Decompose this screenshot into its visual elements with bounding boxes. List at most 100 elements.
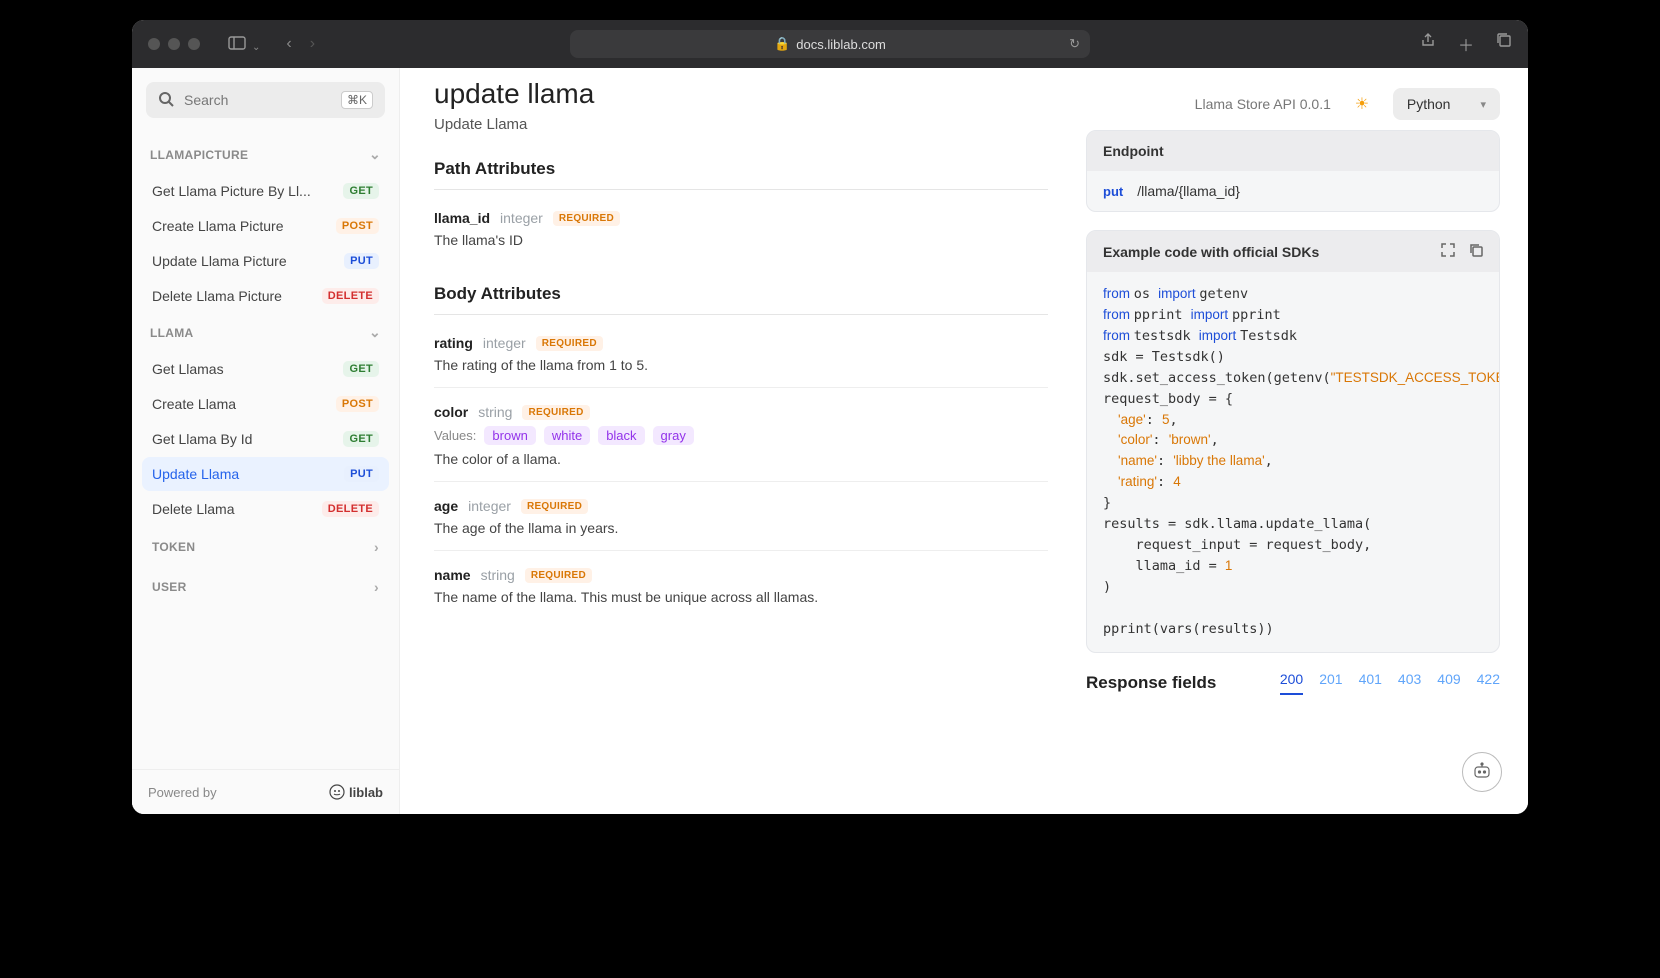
method-badge: POST bbox=[336, 218, 379, 234]
url-text: docs.liblab.com bbox=[796, 37, 886, 52]
response-tab[interactable]: 200 bbox=[1280, 671, 1303, 695]
nav-item[interactable]: Update LlamaPUT bbox=[142, 457, 389, 491]
attr-desc: The color of a llama. bbox=[434, 451, 1048, 467]
response-tab[interactable]: 401 bbox=[1359, 671, 1382, 695]
content: update llama Update Llama Path Attribute… bbox=[400, 68, 1082, 814]
chevron-down-icon: ⌄ bbox=[369, 324, 381, 341]
plus-icon[interactable]: ＋ bbox=[1458, 32, 1474, 56]
nav-item-label: Get Llama Picture By Ll... bbox=[152, 183, 343, 199]
close-dot[interactable] bbox=[148, 38, 160, 50]
value-chip: white bbox=[544, 426, 590, 445]
method-badge: GET bbox=[343, 183, 379, 199]
response-tab[interactable]: 201 bbox=[1319, 671, 1342, 695]
right-panel: Llama Store API 0.0.1 ☀︎ Python ▾ Endpoi… bbox=[1082, 68, 1528, 814]
method-badge: GET bbox=[343, 431, 379, 447]
nav-item-label: Get Llama By Id bbox=[152, 431, 343, 447]
value-chip: gray bbox=[653, 426, 694, 445]
method-badge: GET bbox=[343, 361, 379, 377]
app: Search ⌘K LLAMAPICTURE⌄Get Llama Picture… bbox=[132, 68, 1528, 814]
nav-item[interactable]: Update Llama PicturePUT bbox=[142, 244, 389, 278]
method-badge: PUT bbox=[344, 253, 379, 269]
nav-item-label: Update Llama bbox=[152, 466, 344, 482]
path-attr-heading: Path Attributes bbox=[434, 159, 1048, 190]
nav-group-collapsed[interactable]: USER› bbox=[142, 567, 389, 607]
powered-by: Powered by liblab bbox=[132, 769, 399, 814]
url-bar[interactable]: 🔒 docs.liblab.com ↻ bbox=[570, 30, 1090, 58]
nav-group-header[interactable]: LLAMAPICTURE⌄ bbox=[142, 136, 389, 173]
attr-desc: The llama's ID bbox=[434, 232, 1048, 248]
reload-icon[interactable]: ↻ bbox=[1069, 36, 1080, 52]
attr-name: llama_id bbox=[434, 210, 490, 226]
max-dot[interactable] bbox=[188, 38, 200, 50]
search-placeholder: Search bbox=[184, 92, 228, 108]
nav-item[interactable]: Delete Llama PictureDELETE bbox=[142, 279, 389, 313]
attr-type: integer bbox=[468, 498, 511, 514]
language-label: Python bbox=[1407, 96, 1451, 112]
nav-item-label: Get Llamas bbox=[152, 361, 343, 377]
code-block[interactable]: from os import getenv from pprint import… bbox=[1087, 272, 1499, 652]
chevron-down-icon: ⌄ bbox=[369, 146, 381, 163]
nav-item[interactable]: Get Llama By IdGET bbox=[142, 422, 389, 456]
nav-item-label: Update Llama Picture bbox=[152, 253, 344, 269]
copy-icon[interactable] bbox=[1469, 243, 1483, 260]
attribute: namestringREQUIREDThe name of the llama.… bbox=[434, 551, 1048, 619]
method-badge: DELETE bbox=[322, 288, 379, 304]
nav-item[interactable]: Create LlamaPOST bbox=[142, 387, 389, 421]
theme-toggle[interactable]: ☀︎ bbox=[1349, 91, 1375, 117]
attr-desc: The rating of the llama from 1 to 5. bbox=[434, 357, 1048, 373]
response-tab[interactable]: 409 bbox=[1437, 671, 1460, 695]
page-subtitle: Update Llama bbox=[434, 116, 1048, 133]
body-attr-heading: Body Attributes bbox=[434, 284, 1048, 315]
response-heading: Response fields bbox=[1086, 673, 1216, 693]
value-chip: black bbox=[598, 426, 644, 445]
chevron-right-icon: › bbox=[374, 579, 379, 595]
search-icon bbox=[158, 91, 174, 110]
sidebar-toggle[interactable]: ⌄ bbox=[228, 36, 260, 53]
expand-icon[interactable] bbox=[1441, 243, 1455, 260]
required-badge: REQUIRED bbox=[536, 336, 603, 351]
attr-type: integer bbox=[500, 210, 543, 226]
response-row: Response fields 200 201 401 403 409 422 bbox=[1086, 671, 1500, 695]
titlebar: ⌄ ‹ › 🔒 docs.liblab.com ↻ ＋ bbox=[132, 20, 1528, 68]
page-title: update llama bbox=[434, 78, 1048, 110]
nav-group-collapsed[interactable]: TOKEN› bbox=[142, 527, 389, 567]
nav-item[interactable]: Get Llama Picture By Ll...GET bbox=[142, 174, 389, 208]
method-badge: DELETE bbox=[322, 501, 379, 517]
attr-type: string bbox=[481, 567, 515, 583]
sidebar: Search ⌘K LLAMAPICTURE⌄Get Llama Picture… bbox=[132, 68, 400, 814]
nav-item[interactable]: Delete LlamaDELETE bbox=[142, 492, 389, 526]
attribute: ageintegerREQUIREDThe age of the llama i… bbox=[434, 482, 1048, 551]
attr-name: color bbox=[434, 404, 468, 420]
nav-item-label: Delete Llama Picture bbox=[152, 288, 322, 304]
tabs-icon[interactable] bbox=[1496, 32, 1512, 56]
brand-logo[interactable]: liblab bbox=[329, 784, 383, 800]
attribute: ratingintegerREQUIREDThe rating of the l… bbox=[434, 319, 1048, 388]
method-badge: PUT bbox=[344, 466, 379, 482]
example-panel: Example code with official SDKs from os … bbox=[1086, 230, 1500, 653]
required-badge: REQUIRED bbox=[553, 211, 620, 226]
search-input[interactable]: Search ⌘K bbox=[146, 82, 385, 118]
example-heading: Example code with official SDKs bbox=[1103, 244, 1319, 260]
api-title: Llama Store API 0.0.1 bbox=[1195, 96, 1331, 112]
nav: LLAMAPICTURE⌄Get Llama Picture By Ll...G… bbox=[132, 132, 399, 769]
response-tab[interactable]: 422 bbox=[1477, 671, 1500, 695]
traffic-lights bbox=[148, 38, 200, 50]
min-dot[interactable] bbox=[168, 38, 180, 50]
attr-name: age bbox=[434, 498, 458, 514]
share-icon[interactable] bbox=[1420, 32, 1436, 56]
forward-icon[interactable]: › bbox=[310, 35, 315, 53]
required-badge: REQUIRED bbox=[522, 405, 589, 420]
chat-fab[interactable] bbox=[1462, 752, 1502, 792]
nav-item[interactable]: Get LlamasGET bbox=[142, 352, 389, 386]
nav-item[interactable]: Create Llama PicturePOST bbox=[142, 209, 389, 243]
nav-group-header[interactable]: LLAMA⌄ bbox=[142, 314, 389, 351]
chevron-down-icon: ▾ bbox=[1480, 98, 1486, 111]
value-chip: brown bbox=[484, 426, 535, 445]
nav-item-label: Create Llama Picture bbox=[152, 218, 336, 234]
back-icon[interactable]: ‹ bbox=[286, 35, 291, 53]
required-badge: REQUIRED bbox=[521, 499, 588, 514]
endpoint-heading: Endpoint bbox=[1087, 131, 1499, 171]
required-badge: REQUIRED bbox=[525, 568, 592, 583]
response-tab[interactable]: 403 bbox=[1398, 671, 1421, 695]
language-select[interactable]: Python ▾ bbox=[1393, 88, 1500, 120]
